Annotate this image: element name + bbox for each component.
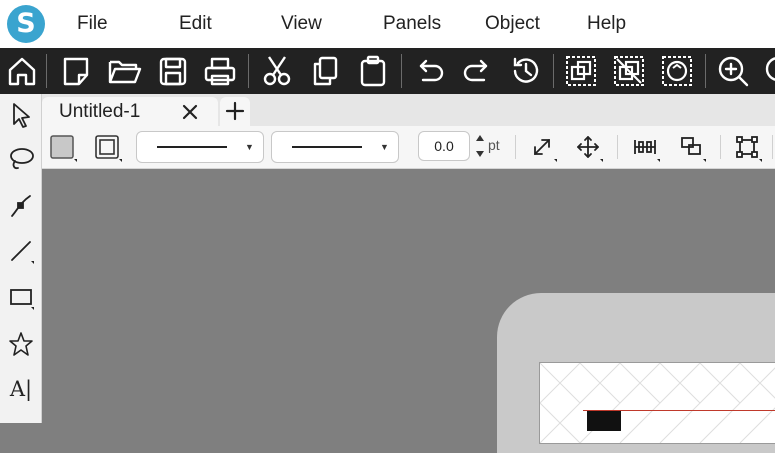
line-end-dropdown[interactable]: ▼ <box>271 131 399 163</box>
line-weight-unit: pt <box>488 137 500 153</box>
edit-points-tool-icon[interactable] <box>4 189 38 223</box>
undo-icon[interactable] <box>409 51 449 91</box>
propbar-separator <box>617 135 618 159</box>
align-icon[interactable] <box>630 132 660 162</box>
line-weight-stepper[interactable] <box>474 133 486 159</box>
move-icon[interactable] <box>573 132 603 162</box>
menu-help[interactable]: Help <box>587 12 626 36</box>
rectangle-tool-icon[interactable] <box>4 280 38 314</box>
close-tab-icon[interactable] <box>178 100 202 124</box>
document-tabs: Untitled-1 <box>42 94 775 126</box>
print-icon[interactable] <box>200 51 240 91</box>
menu-view[interactable]: View <box>281 12 322 36</box>
page-grid <box>540 363 775 443</box>
lasso-tool-icon[interactable] <box>4 142 38 176</box>
save-icon[interactable] <box>153 51 193 91</box>
propbar-separator <box>772 135 773 159</box>
plus-icon <box>225 101 245 121</box>
replicate-icon[interactable] <box>657 51 697 91</box>
chevron-down-icon: ▼ <box>245 142 254 152</box>
select-tool-icon[interactable] <box>4 98 38 132</box>
group-icon[interactable] <box>561 51 601 91</box>
canvas-workspace[interactable] <box>42 169 775 453</box>
add-tab-button[interactable] <box>220 97 250 126</box>
line-end-preview <box>292 146 362 148</box>
home-icon[interactable] <box>2 51 42 91</box>
zoom-out-icon[interactable] <box>760 51 775 91</box>
cut-icon[interactable] <box>257 51 297 91</box>
open-folder-icon[interactable] <box>104 51 144 91</box>
toolbar-separator <box>248 54 249 88</box>
propbar-separator <box>720 135 721 159</box>
fill-color-button[interactable] <box>47 132 77 162</box>
toolbar-separator <box>705 54 706 88</box>
property-bar: ▼ ▼ pt <box>42 126 775 169</box>
main-toolbar <box>0 48 775 94</box>
text-tool-icon[interactable]: A| <box>4 372 38 406</box>
line-tool-icon[interactable] <box>4 234 38 268</box>
design-page <box>539 362 775 444</box>
tab-untitled-1[interactable]: Untitled-1 <box>42 97 218 126</box>
star-tool-icon[interactable] <box>4 327 38 361</box>
tools-panel: A| <box>0 94 42 423</box>
app-logo: S <box>7 5 45 43</box>
chevron-down-icon: ▼ <box>380 142 389 152</box>
registration-mark <box>587 411 621 431</box>
line-weight-input[interactable] <box>418 131 470 161</box>
paste-icon[interactable] <box>353 51 393 91</box>
scale-icon[interactable] <box>527 132 557 162</box>
ungroup-icon[interactable] <box>609 51 649 91</box>
toolbar-separator <box>46 54 47 88</box>
zoom-in-icon[interactable] <box>713 51 753 91</box>
toolbar-separator <box>401 54 402 88</box>
app-logo-letter: S <box>16 8 36 39</box>
tab-label: Untitled-1 <box>59 101 141 122</box>
menu-panels[interactable]: Panels <box>383 12 441 36</box>
new-document-icon[interactable] <box>56 51 96 91</box>
menu-bar: S File Edit View Panels Object Help <box>0 0 775 48</box>
copy-icon[interactable] <box>305 51 345 91</box>
line-style-preview <box>157 146 227 148</box>
line-style-dropdown[interactable]: ▼ <box>136 131 264 163</box>
transform-icon[interactable] <box>732 132 762 162</box>
toolbar-separator <box>553 54 554 88</box>
menu-edit[interactable]: Edit <box>179 12 212 36</box>
line-color-button[interactable] <box>92 132 122 162</box>
arrange-icon[interactable] <box>676 132 706 162</box>
menu-object[interactable]: Object <box>485 12 540 36</box>
menu-file[interactable]: File <box>77 12 108 36</box>
redo-icon[interactable] <box>458 51 498 91</box>
propbar-separator <box>515 135 516 159</box>
history-icon[interactable] <box>506 51 546 91</box>
